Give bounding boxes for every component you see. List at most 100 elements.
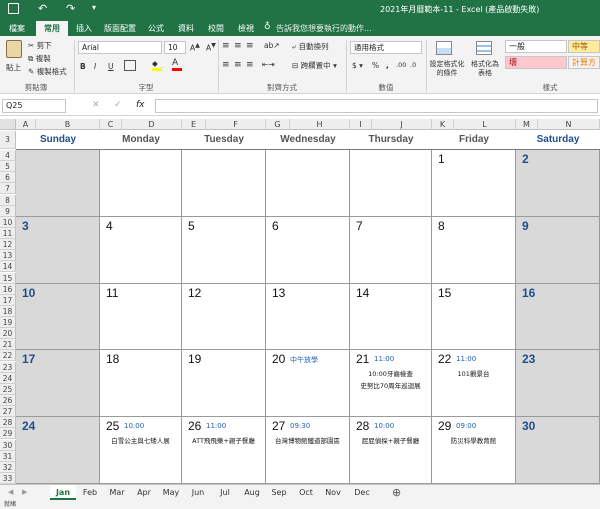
column-header[interactable]: C <box>100 119 122 130</box>
scroll-left-icon[interactable]: ◀ <box>8 488 13 496</box>
row-header[interactable]: 19 <box>0 317 16 329</box>
sheet-tab-sep[interactable]: Sep <box>266 485 292 500</box>
day-cell[interactable]: 24 <box>16 417 100 484</box>
row-header[interactable]: 8 <box>0 194 16 206</box>
column-header[interactable]: B <box>36 119 100 130</box>
conditional-format-icon[interactable] <box>436 41 452 55</box>
orientation-icon[interactable]: ab↗ <box>264 41 280 50</box>
save-icon[interactable] <box>8 3 19 14</box>
formula-input[interactable] <box>155 99 598 113</box>
sheet-tab-dec[interactable]: Dec <box>347 485 377 500</box>
column-header[interactable]: I <box>350 119 372 130</box>
day-cell[interactable]: 11 <box>100 283 182 351</box>
row-header[interactable]: 13 <box>0 250 16 262</box>
style-bad[interactable]: 壞 <box>505 56 567 69</box>
day-cell[interactable]: 23 <box>516 350 600 418</box>
wrap-text-button[interactable]: ⤶ 自動換列 <box>292 41 329 52</box>
select-all-corner[interactable] <box>0 119 16 130</box>
align-right-icon[interactable]: ≡ <box>246 60 254 70</box>
day-cell[interactable] <box>16 150 100 217</box>
column-header[interactable]: E <box>182 119 206 130</box>
indent-icon[interactable]: ⇤⇥ <box>262 60 275 69</box>
row-header[interactable]: 21 <box>0 339 16 351</box>
day-cell[interactable] <box>350 150 432 217</box>
day-cell[interactable]: 13 <box>266 283 350 351</box>
tell-me-box[interactable]: 告訴我您想要執行的動作... <box>276 23 372 34</box>
row-header[interactable]: 24 <box>0 372 16 384</box>
style-normal[interactable]: 一般 <box>505 40 567 53</box>
day-cell[interactable] <box>266 150 350 217</box>
tab-file[interactable]: 檔案 <box>2 21 32 36</box>
row-header[interactable]: 14 <box>0 261 16 273</box>
day-cell[interactable]: 7 <box>350 216 432 284</box>
style-calculation[interactable]: 計算方 <box>568 56 600 69</box>
enter-icon[interactable]: ✓ <box>114 100 122 110</box>
column-header[interactable]: M <box>516 119 538 130</box>
sheet-tab-jul[interactable]: Jul <box>212 485 238 500</box>
day-cell[interactable]: 5 <box>182 216 266 284</box>
column-header[interactable]: G <box>266 119 290 130</box>
row-header[interactable]: 22 <box>0 350 16 362</box>
column-header[interactable]: D <box>122 119 182 130</box>
name-box[interactable]: Q25 <box>2 99 66 113</box>
row-header[interactable]: 25 <box>0 383 16 395</box>
day-cell[interactable]: 25 10:00 白雪公主與七矮人展 <box>100 417 182 484</box>
shrink-font-icon[interactable]: A▼ <box>206 42 216 53</box>
row-header[interactable]: 20 <box>0 328 16 340</box>
day-cell[interactable]: 15 <box>432 283 516 351</box>
day-cell[interactable]: 12 <box>182 283 266 351</box>
align-top-icon[interactable]: ≡ <box>222 41 230 51</box>
cut-button[interactable]: ✂ 剪下 <box>28 40 52 51</box>
column-header[interactable]: F <box>206 119 266 130</box>
day-cell[interactable]: 29 09:00 防災科學教育館 <box>432 417 516 484</box>
add-sheet-icon[interactable]: ⊕ <box>392 486 401 499</box>
percent-icon[interactable]: % <box>372 61 379 70</box>
day-cell[interactable]: 28 10:00 屁屁偵探+親子餐廳 <box>350 417 432 484</box>
bold-icon[interactable]: B <box>80 62 86 71</box>
day-cell[interactable]: 20 中午放學 <box>266 350 350 418</box>
sheet-tab-jun[interactable]: Jun <box>185 485 211 500</box>
column-header[interactable]: K <box>432 119 454 130</box>
row-header[interactable]: 7 <box>0 183 16 195</box>
row-header[interactable]: 5 <box>0 161 16 173</box>
tab-insert[interactable]: 插入 <box>70 21 98 36</box>
row-header[interactable]: 27 <box>0 406 16 418</box>
column-header[interactable]: J <box>372 119 432 130</box>
row-header[interactable]: 4 <box>0 150 16 162</box>
day-cell[interactable]: 4 <box>100 216 182 284</box>
day-cell[interactable]: 9 <box>516 216 600 284</box>
row-header[interactable]: 17 <box>0 294 16 306</box>
underline-icon[interactable]: U <box>108 62 114 71</box>
column-header[interactable]: L <box>454 119 516 130</box>
day-cell[interactable]: 16 <box>516 283 600 351</box>
italic-icon[interactable]: I <box>94 62 96 71</box>
row-header[interactable]: 33 <box>0 472 16 484</box>
day-cell[interactable] <box>100 150 182 217</box>
fill-color-icon[interactable]: ◆ <box>152 59 162 71</box>
column-header[interactable]: N <box>538 119 600 130</box>
font-color-icon[interactable]: A <box>172 58 182 71</box>
undo-icon[interactable]: ↶ <box>38 2 47 15</box>
day-cell[interactable]: 6 <box>266 216 350 284</box>
day-cell[interactable]: 2 <box>516 150 600 217</box>
merge-center-button[interactable]: ⊟ 跨欄置中 ▾ <box>292 60 337 71</box>
redo-icon[interactable]: ↷ <box>66 2 75 15</box>
row-header[interactable]: 3 <box>0 131 16 149</box>
sheet-tab-feb[interactable]: Feb <box>77 485 103 500</box>
day-cell[interactable]: 21 11:00 10:00牙齒檢查 史努比70周年巡迴展 <box>350 350 432 418</box>
decrease-decimal-icon[interactable]: .0 <box>410 61 416 69</box>
day-cell[interactable]: 14 <box>350 283 432 351</box>
style-neutral[interactable]: 中等 <box>568 40 600 53</box>
day-cell[interactable]: 10 <box>16 283 100 351</box>
align-left-icon[interactable]: ≡ <box>222 60 230 70</box>
row-header[interactable]: 12 <box>0 239 16 251</box>
grow-font-icon[interactable]: A▲ <box>190 42 200 53</box>
tab-page-layout[interactable]: 版面配置 <box>100 21 140 36</box>
increase-decimal-icon[interactable]: .00 <box>396 61 406 69</box>
day-cell[interactable]: 1 <box>432 150 516 217</box>
customize-toolbar-icon[interactable]: ▾ <box>92 3 96 12</box>
sheet-tab-aug[interactable]: Aug <box>239 485 265 500</box>
scroll-right-icon[interactable]: ▶ <box>22 488 27 496</box>
tab-view[interactable]: 檢視 <box>232 21 260 36</box>
tab-formulas[interactable]: 公式 <box>142 21 170 36</box>
